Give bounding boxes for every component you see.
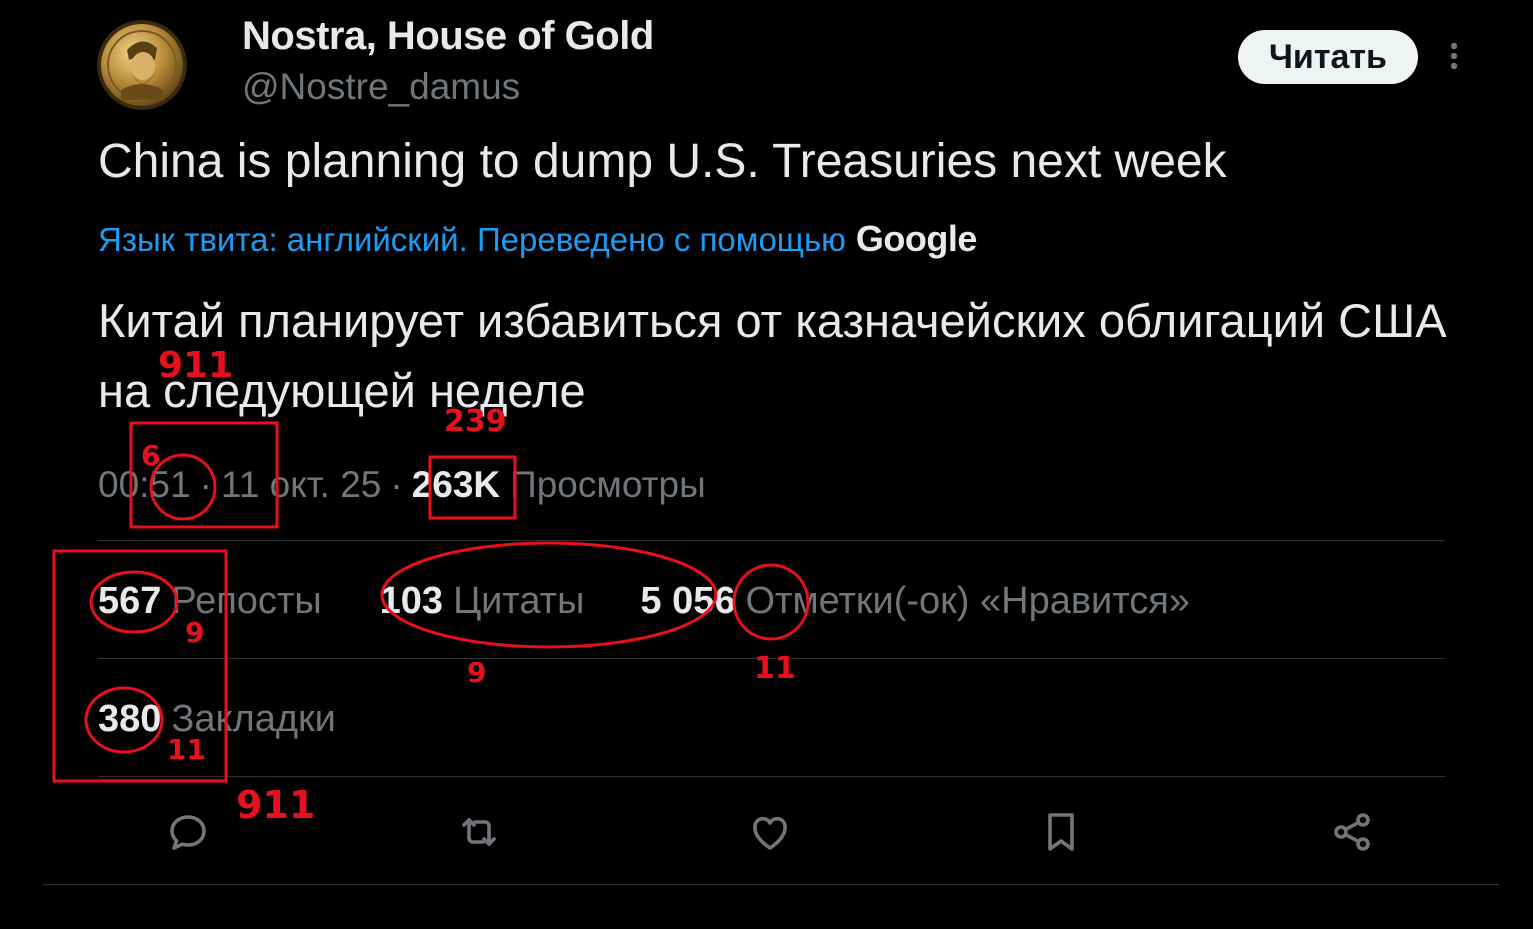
divider (98, 776, 1445, 777)
reposts-count: 567 (98, 580, 162, 622)
bookmarks-count: 380 (98, 698, 162, 740)
quotes-stat[interactable]: 103 Цитаты (380, 580, 585, 623)
translation-link[interactable]: Язык твита: английский. Переведено с пом… (98, 221, 846, 259)
bookmark-stats: 380 Закладки (98, 698, 336, 741)
translation-attribution: Язык твита: английский. Переведено с пом… (98, 218, 977, 260)
author-handle[interactable]: @Nostre_damus (242, 66, 520, 108)
avatar[interactable] (97, 20, 187, 110)
tweet-action-bar (0, 800, 1533, 864)
retweet-icon[interactable] (447, 800, 511, 864)
likes-stat[interactable]: 5 056 Отметки(-ок) «Нравится» (640, 580, 1190, 623)
more-options-icon[interactable] (1440, 38, 1468, 78)
tweet-date[interactable]: 11 окт. 25 (221, 464, 381, 506)
annotation-label: 9 (467, 656, 486, 689)
likes-count: 5 056 (640, 580, 736, 622)
annotation-label: 11 (754, 651, 796, 686)
bookmarks-stat[interactable]: 380 Закладки (98, 698, 336, 741)
tweet-meta: 00:51 · 11 окт. 25 · 263K Просмотры (98, 464, 706, 506)
gold-coin-portrait-avatar-icon (97, 20, 187, 110)
author-display-name[interactable]: Nostra, House of Gold (242, 14, 654, 59)
bookmarks-label: Закладки (171, 698, 336, 740)
translated-tweet-text: Китай планирует избавиться от казначейск… (98, 294, 1447, 417)
engagement-stats: 567 Репосты 103 Цитаты 5 056 Отметки(-ок… (98, 580, 1190, 623)
tweet-time[interactable]: 00:51 (98, 464, 191, 506)
meta-separator: · (199, 464, 212, 505)
reposts-stat[interactable]: 567 Репосты (98, 580, 322, 623)
views-count: 263K (411, 464, 501, 505)
meta-separator: · (390, 464, 403, 505)
tweet-text: China is planning to dump U.S. Treasurie… (98, 135, 1227, 188)
likes-label: Отметки(-ок) «Нравится» (745, 580, 1190, 622)
google-logo-text: Google (855, 218, 978, 259)
divider (98, 658, 1445, 659)
views-label: Просмотры (510, 464, 706, 505)
bookmark-icon[interactable] (1029, 800, 1093, 864)
follow-button[interactable]: Читать (1238, 30, 1418, 84)
share-icon[interactable] (1320, 800, 1384, 864)
reposts-label: Репосты (171, 580, 322, 622)
like-icon[interactable] (738, 800, 802, 864)
divider (98, 540, 1445, 541)
bottom-divider (43, 884, 1499, 885)
quotes-count: 103 (379, 580, 444, 622)
quotes-label: Цитаты (453, 580, 585, 622)
reply-icon[interactable] (156, 800, 220, 864)
